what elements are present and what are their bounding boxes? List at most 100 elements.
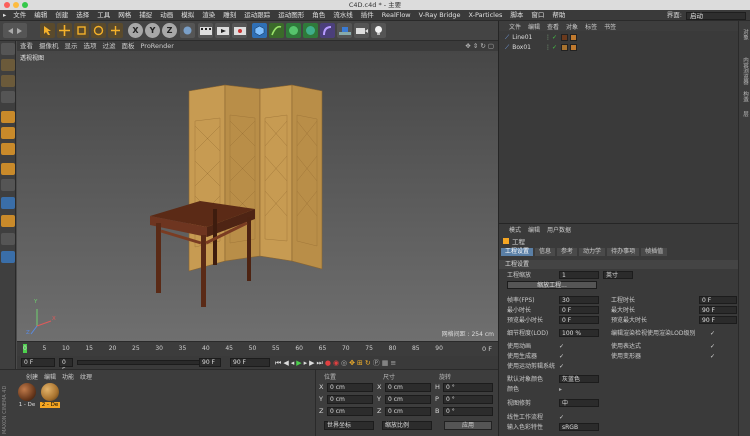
- vp-menu-filter[interactable]: 过滤: [100, 41, 119, 51]
- tab-reference[interactable]: 参考: [557, 248, 578, 256]
- use-expression-check-icon[interactable]: ✓: [710, 342, 715, 351]
- tab-info[interactable]: 信息: [535, 248, 556, 256]
- coord-field[interactable]: 0 cm: [327, 383, 373, 392]
- scale-icon[interactable]: [74, 23, 89, 38]
- bend-deformer-icon[interactable]: [320, 23, 335, 38]
- light-icon[interactable]: [371, 23, 386, 38]
- live-select-icon[interactable]: [40, 23, 55, 38]
- zoom-window-icon[interactable]: [22, 2, 28, 8]
- recent-tools-icon[interactable]: [108, 23, 123, 38]
- snap-icon[interactable]: [1, 197, 15, 209]
- menu-file[interactable]: 文件: [9, 10, 30, 21]
- coord-scale-select[interactable]: 缩放比例: [382, 421, 432, 430]
- floor-icon[interactable]: [337, 23, 352, 38]
- default-color-select[interactable]: 灰蓝色: [559, 375, 599, 383]
- max-time-field[interactable]: 90 F: [699, 306, 737, 314]
- menu-sculpt[interactable]: 雕刻: [219, 10, 240, 21]
- perspective-viewport[interactable]: 透视视图 Y X Z 网格间距: 254 cm: [17, 51, 498, 341]
- obj-menu-object[interactable]: 对象: [566, 22, 578, 31]
- menu-simulate[interactable]: 模拟: [177, 10, 198, 21]
- mat-menu-texture[interactable]: 纹理: [80, 372, 92, 381]
- window-controls[interactable]: [4, 2, 28, 8]
- preview-min-field[interactable]: 0 F: [559, 316, 599, 324]
- use-deformer-check-icon[interactable]: ✓: [710, 352, 715, 361]
- coord-field[interactable]: 0 °: [443, 383, 493, 392]
- vp-menu-options[interactable]: 选项: [81, 41, 100, 51]
- menu-character[interactable]: 角色: [308, 10, 329, 21]
- scale-key-icon[interactable]: ⊞: [357, 359, 363, 367]
- preview-range-slider[interactable]: [77, 360, 217, 365]
- workplane-mode-icon[interactable]: [1, 91, 15, 103]
- use-generator-check-icon[interactable]: ✓: [559, 352, 564, 361]
- object-row[interactable]: ⟋ Line01 ⋮ ✓: [505, 33, 735, 42]
- scale-project-button[interactable]: 缩放工程...: [507, 281, 597, 289]
- enable-axis-icon[interactable]: [1, 215, 15, 227]
- menu-select[interactable]: 选择: [72, 10, 93, 21]
- viewport-nav-icons[interactable]: ✥ ⇕ ↻ ▢: [465, 42, 494, 50]
- coord-field[interactable]: 0 cm: [385, 383, 431, 392]
- material-tag-icon[interactable]: [561, 34, 568, 41]
- menu-mograph[interactable]: 运动图形: [274, 10, 308, 21]
- coord-field[interactable]: 0 °: [443, 407, 493, 416]
- color-expand-icon[interactable]: ▸: [559, 385, 562, 394]
- visibility-dots-icon[interactable]: ⋮: [545, 34, 551, 41]
- render-to-picture-viewer-icon[interactable]: [215, 23, 230, 38]
- menu-render[interactable]: 渲染: [198, 10, 219, 21]
- apply-button[interactable]: 应用: [444, 421, 492, 430]
- object-row[interactable]: ⟋ Box01 ⋮ ✓: [505, 43, 735, 52]
- move-icon[interactable]: [57, 23, 72, 38]
- preview-end-field[interactable]: 90 F: [199, 358, 221, 367]
- menu-vray-bridge[interactable]: V-Ray Bridge: [415, 10, 465, 21]
- menu-animate[interactable]: 动画: [156, 10, 177, 21]
- mat-menu-edit[interactable]: 编辑: [44, 372, 56, 381]
- lod-render-check-icon[interactable]: ✓: [710, 329, 715, 338]
- attr-menu-userdata[interactable]: 用户数据: [547, 225, 571, 234]
- minimize-window-icon[interactable]: [13, 2, 19, 8]
- layout-select[interactable]: 启动: [686, 11, 746, 20]
- tab-dynamics[interactable]: 动力学: [579, 248, 606, 256]
- view-clipping-select[interactable]: 中: [559, 399, 599, 407]
- menu-window[interactable]: 窗口: [527, 10, 548, 21]
- axis-x-lock-icon[interactable]: X: [128, 23, 143, 38]
- texture-tag-icon[interactable]: [570, 44, 577, 51]
- pen-spline-icon[interactable]: [269, 23, 284, 38]
- attr-menu-mode[interactable]: 模式: [509, 225, 521, 234]
- scale-field[interactable]: 1: [559, 271, 599, 279]
- coord-field[interactable]: 0 cm: [327, 395, 373, 404]
- vp-menu-cameras[interactable]: 摄像机: [36, 41, 62, 51]
- menu-script[interactable]: 脚本: [506, 10, 527, 21]
- rotate-icon[interactable]: [91, 23, 106, 38]
- vp-menu-display[interactable]: 显示: [62, 41, 81, 51]
- rotation-key-icon[interactable]: ↻: [365, 359, 371, 367]
- polygons-mode-icon[interactable]: [1, 143, 15, 155]
- linear-workflow-check-icon[interactable]: ✓: [559, 413, 564, 422]
- obj-menu-bookmarks[interactable]: 书签: [604, 22, 616, 31]
- cube-icon[interactable]: [252, 23, 267, 38]
- record-icon[interactable]: ●: [325, 359, 331, 367]
- world-coordinates-icon[interactable]: [180, 23, 195, 38]
- min-time-field[interactable]: 0 F: [559, 306, 599, 314]
- timeline-ruler[interactable]: 0 5 10 15 20 25 30 35 40 45 50 55 60 65 …: [17, 341, 498, 356]
- menu-motion-tracker[interactable]: 运动跟踪: [240, 10, 274, 21]
- menu-plugins[interactable]: 插件: [357, 10, 378, 21]
- menu-help[interactable]: 帮助: [548, 10, 569, 21]
- camera-icon[interactable]: [354, 23, 369, 38]
- menu-edit[interactable]: 编辑: [30, 10, 51, 21]
- tab-frame-interpolation[interactable]: 帧插值: [641, 248, 668, 256]
- vp-menu-view[interactable]: 查看: [17, 41, 36, 51]
- dock-tab-layers[interactable]: 层: [741, 111, 749, 117]
- position-key-icon[interactable]: ✥: [349, 359, 355, 367]
- attr-menu-edit[interactable]: 编辑: [528, 225, 540, 234]
- scale-unit-select[interactable]: 英寸: [603, 271, 633, 279]
- preview-max-field[interactable]: 90 F: [699, 316, 737, 324]
- use-motion-check-icon[interactable]: ✓: [559, 362, 564, 371]
- texture-tag-icon[interactable]: [570, 34, 577, 41]
- menu-realflow[interactable]: RealFlow: [378, 10, 415, 21]
- undo-redo-icon[interactable]: [3, 23, 27, 38]
- go-to-end-icon[interactable]: ⏭: [317, 359, 323, 368]
- texture-mode-icon[interactable]: [1, 75, 15, 87]
- dock-tab-content-browser[interactable]: 内容浏览器: [741, 57, 749, 85]
- coord-space-select[interactable]: 世界坐标: [324, 421, 374, 430]
- mat-menu-function[interactable]: 功能: [62, 372, 74, 381]
- subdivision-icon[interactable]: [286, 23, 301, 38]
